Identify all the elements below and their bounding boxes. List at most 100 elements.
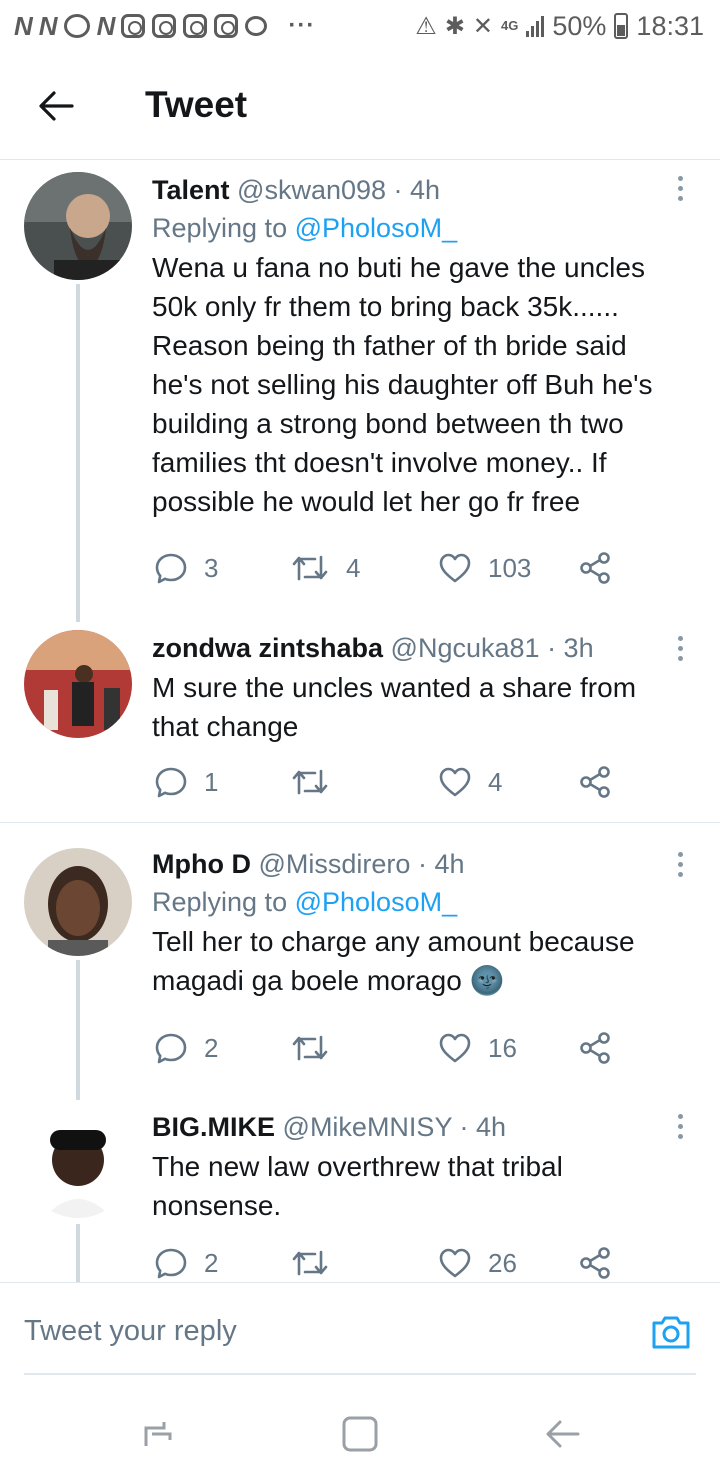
reply-icon [155, 1033, 187, 1064]
tweet-actions: 2 26 [154, 1243, 624, 1283]
tweet-header: Mpho D @Missdirero · 4h [152, 846, 670, 882]
more-options-button[interactable] [670, 1108, 690, 1144]
reply-tweet[interactable]: Mpho D @Missdirero · 4h Replying to @Pho… [0, 836, 720, 1100]
heart-icon [439, 767, 471, 797]
chat-bubble-icon [245, 16, 268, 36]
back-nav-button[interactable] [540, 1414, 584, 1454]
tweet-header: zondwa zintshaba @Ngcuka81 · 3h [152, 630, 670, 666]
home-icon [342, 1416, 378, 1452]
share-button[interactable] [578, 762, 612, 802]
user-handle[interactable]: @skwan098 [237, 175, 386, 205]
reply-button[interactable]: 2 [154, 1243, 218, 1283]
home-button[interactable] [338, 1414, 382, 1454]
whatsapp-icon [63, 14, 90, 38]
like-button[interactable]: 16 [438, 1028, 517, 1068]
retweet-icon [292, 1250, 328, 1276]
display-name[interactable]: BIG.MIKE [152, 1112, 275, 1142]
like-button[interactable]: 26 [438, 1243, 517, 1283]
avatar[interactable] [24, 1110, 132, 1218]
reply-count: 2 [204, 1032, 219, 1063]
back-arrow-icon [546, 1420, 580, 1448]
instagram-icon [152, 14, 177, 38]
tweet-text: The new law overthrew that tribal nonsen… [152, 1151, 563, 1221]
reply-icon [155, 767, 187, 798]
network-type-label: 4G [501, 18, 519, 33]
avatar[interactable] [24, 630, 132, 738]
share-icon [580, 766, 610, 798]
avatar[interactable] [24, 848, 132, 956]
like-count: 26 [488, 1247, 517, 1278]
retweet-button[interactable] [290, 1243, 346, 1283]
like-count: 103 [488, 552, 532, 583]
reply-count: 2 [204, 1247, 219, 1278]
camera-icon [652, 1316, 690, 1349]
back-button[interactable] [36, 88, 76, 124]
reply-tweet[interactable]: BIG.MIKE @MikeMNISY · 4h The new law ove… [0, 1100, 720, 1282]
bluetooth-icon: ✱ [444, 12, 465, 40]
share-button[interactable] [578, 1243, 612, 1283]
heart-icon [439, 1033, 471, 1063]
tweet-content: zondwa zintshaba @Ngcuka81 · 3h M sure t… [152, 630, 670, 746]
more-options-button[interactable] [670, 630, 690, 666]
retweet-icon [292, 1035, 328, 1061]
tweet-text: Tell her to charge any amount because ma… [152, 926, 635, 996]
recents-button[interactable] [136, 1414, 180, 1454]
n-notification-icon: N [38, 10, 58, 41]
display-name[interactable]: zondwa zintshaba [152, 633, 383, 663]
reply-icon [155, 1248, 187, 1279]
recents-icon [144, 1422, 172, 1446]
retweet-button[interactable]: 4 [290, 548, 360, 588]
replying-to: Replying to @PholosoM_ [152, 210, 670, 246]
thread-line [76, 1224, 80, 1282]
share-icon [580, 1247, 610, 1279]
retweet-icon [292, 769, 328, 795]
replying-label: Replying to [152, 887, 288, 917]
battery-icon [614, 13, 629, 39]
reply-button[interactable]: 3 [154, 548, 218, 588]
user-handle[interactable]: @Missdirero [259, 849, 411, 879]
reply-icon [155, 553, 187, 584]
reply-input[interactable] [24, 1315, 624, 1348]
heart-icon [439, 553, 471, 583]
like-button[interactable]: 103 [438, 548, 531, 588]
retweet-button[interactable] [290, 762, 346, 802]
more-options-button[interactable] [670, 846, 690, 882]
display-name[interactable]: Mpho D [152, 849, 251, 879]
tweet-time: · 4h [417, 849, 465, 879]
system-navigation-bar [0, 1390, 720, 1480]
retweet-icon [292, 555, 328, 581]
reply-count: 1 [204, 766, 219, 797]
input-underline [24, 1373, 696, 1375]
share-button[interactable] [578, 1028, 612, 1068]
reply-button[interactable]: 1 [154, 762, 218, 802]
n-notification-icon: N [96, 10, 116, 41]
user-handle[interactable]: @MikeMNISY [283, 1112, 452, 1142]
reply-tweet[interactable]: Talent @skwan098 · 4h Replying to @Pholo… [0, 160, 720, 622]
like-count: 16 [488, 1032, 517, 1063]
notification-icons: N N N ··· [14, 11, 315, 42]
like-button[interactable]: 4 [438, 762, 502, 802]
reply-tweet[interactable]: zondwa zintshaba @Ngcuka81 · 3h M sure t… [0, 622, 720, 822]
compose-reply-bar [0, 1282, 720, 1375]
display-name[interactable]: Talent [152, 175, 230, 205]
tweet-time: · 4h [459, 1112, 507, 1142]
tweet-actions: 3 4 103 [154, 548, 624, 588]
tweet-content: BIG.MIKE @MikeMNISY · 4h The new law ove… [152, 1109, 670, 1225]
reply-count: 3 [204, 552, 219, 583]
camera-button[interactable] [650, 1313, 692, 1351]
top-app-bar: Tweet [0, 52, 720, 160]
system-icons: ⚠ ✱ ✕ 4G 50% 18:31 [415, 11, 704, 42]
share-button[interactable] [578, 548, 612, 588]
share-icon [580, 552, 610, 584]
reply-button[interactable]: 2 [154, 1028, 218, 1068]
signal-icon [526, 15, 545, 37]
avatar[interactable] [24, 172, 132, 280]
more-options-button[interactable] [670, 170, 690, 206]
mention-link[interactable]: @PholosoM_ [295, 887, 458, 917]
like-count: 4 [488, 766, 503, 797]
tweet-time: · 4h [393, 175, 441, 205]
mention-link[interactable]: @PholosoM_ [295, 213, 458, 243]
user-handle[interactable]: @Ngcuka81 [391, 633, 540, 663]
retweet-button[interactable] [290, 1028, 346, 1068]
replying-label: Replying to [152, 213, 288, 243]
